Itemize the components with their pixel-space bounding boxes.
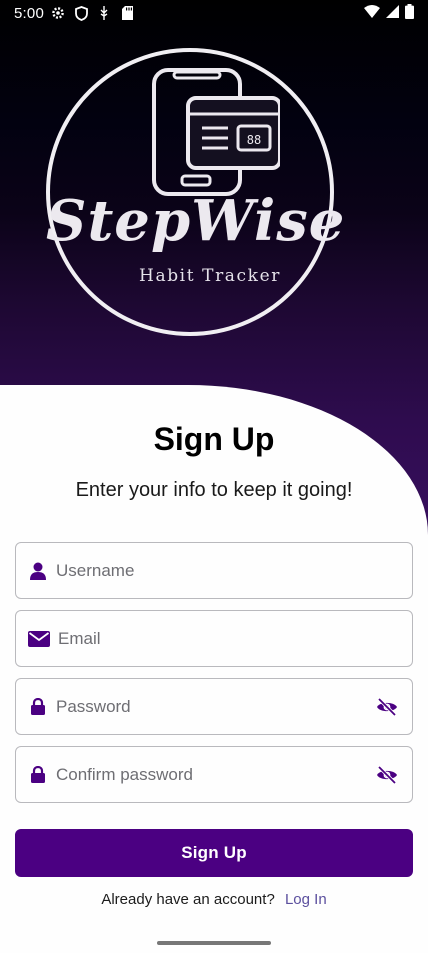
password-input[interactable] bbox=[56, 679, 374, 734]
app-logo: 88 StepWise Habit Tracker bbox=[46, 48, 346, 336]
logo-title: StepWise bbox=[46, 188, 346, 254]
gear-icon bbox=[50, 5, 66, 21]
password-field[interactable] bbox=[15, 678, 413, 735]
user-icon bbox=[28, 561, 48, 581]
status-indicators bbox=[364, 3, 414, 23]
eye-slash-icon[interactable] bbox=[374, 762, 400, 788]
home-indicator[interactable] bbox=[157, 941, 271, 945]
lock-icon bbox=[28, 765, 48, 785]
email-input[interactable] bbox=[58, 611, 412, 666]
status-bar: 5:00 bbox=[0, 0, 428, 26]
sign-up-button[interactable]: Sign Up bbox=[15, 829, 413, 877]
username-field[interactable] bbox=[15, 542, 413, 599]
login-prompt-text: Already have an account? bbox=[101, 891, 275, 908]
svg-text:88: 88 bbox=[247, 133, 261, 147]
phone-card-icon: 88 bbox=[150, 68, 282, 203]
logo-subtitle: Habit Tracker bbox=[139, 266, 281, 286]
login-prompt: Already have an account? Log In bbox=[0, 891, 428, 908]
shield-icon bbox=[73, 5, 89, 21]
username-input[interactable] bbox=[56, 543, 412, 598]
status-time: 5:00 bbox=[14, 4, 44, 22]
sd-card-icon bbox=[119, 5, 135, 21]
lock-icon bbox=[28, 697, 48, 717]
confirm-password-field[interactable] bbox=[15, 746, 413, 803]
envelope-icon bbox=[28, 629, 50, 649]
page-subtitle: Enter your info to keep it going! bbox=[75, 479, 353, 501]
battery-icon bbox=[405, 3, 414, 23]
signal-icon bbox=[386, 4, 399, 22]
page-title: Sign Up bbox=[153, 421, 275, 457]
login-link[interactable]: Log In bbox=[285, 891, 327, 908]
confirm-password-input[interactable] bbox=[56, 747, 374, 802]
usb-icon bbox=[96, 5, 112, 21]
email-field[interactable] bbox=[15, 610, 413, 667]
wifi-icon bbox=[364, 4, 380, 22]
eye-slash-icon[interactable] bbox=[374, 694, 400, 720]
